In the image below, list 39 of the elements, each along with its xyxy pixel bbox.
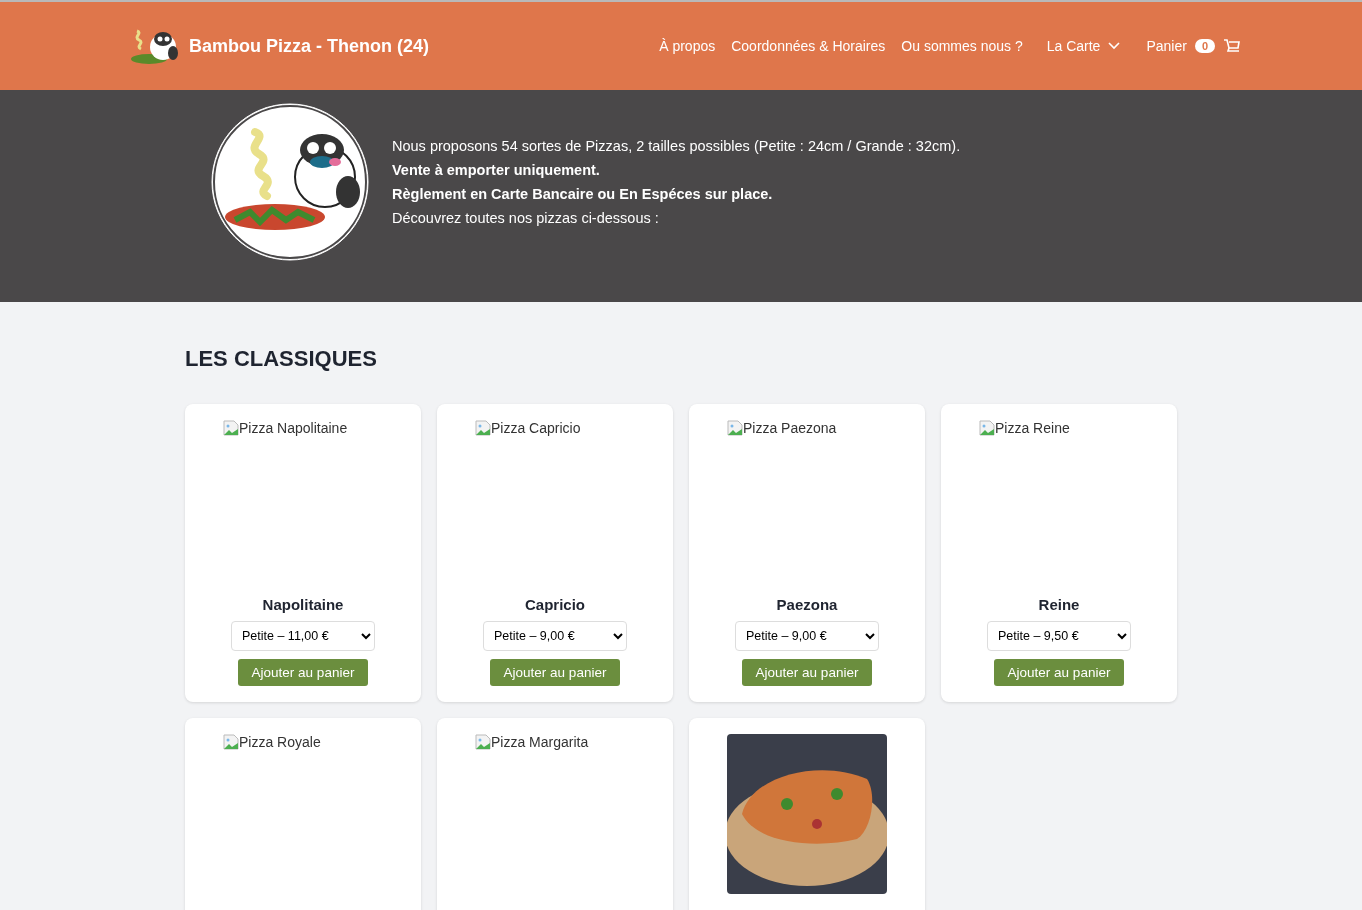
nav-link[interactable]: Ou sommes nous ?	[901, 38, 1023, 54]
cart-count-badge: 0	[1194, 39, 1215, 53]
image-alt-text: Pizza Capricio	[491, 420, 581, 436]
broken-image-icon	[475, 734, 491, 750]
image-alt-text: Pizza Royale	[239, 734, 321, 750]
panda-logo-icon[interactable]	[129, 27, 181, 65]
broken-image-icon	[223, 734, 239, 750]
intro-text: Règlement en Carte Bancaire ou En Espéces sur place.	[392, 185, 774, 204]
nav-link[interactable]: Coordonnées & Horaires	[731, 38, 886, 54]
size-price-select[interactable]: Petite – 9,00 €	[735, 621, 879, 651]
nav-link[interactable]: À propos	[659, 38, 716, 54]
cart-link[interactable]: Panier 0	[1146, 38, 1241, 54]
intro-text: Vente à emporter uniquement.	[392, 161, 601, 180]
image-alt-text: Pizza Reine	[995, 420, 1070, 436]
product-name: Capricio	[525, 596, 585, 613]
product-name: Reine	[1038, 596, 1080, 613]
image-alt-text: Pizza Napolitaine	[239, 420, 348, 436]
nav-dropdown[interactable]: La Carte	[1046, 38, 1121, 54]
add-to-cart-button[interactable]: Ajouter au panier	[489, 659, 621, 686]
intro-text: Découvrez toutes nos pizzas ci-dessous :	[392, 209, 660, 228]
broken-image-icon	[979, 420, 995, 436]
image-alt-text: Pizza Margarita	[491, 734, 589, 750]
add-to-cart-button[interactable]: Ajouter au panier	[741, 659, 873, 686]
image-alt-text: Pizza Paezona	[743, 420, 837, 436]
size-price-select[interactable]: Petite – 11,00 €	[231, 621, 375, 651]
size-price-select[interactable]: Petite – 9,50 €	[987, 621, 1131, 651]
cart-icon	[1223, 38, 1241, 54]
section-heading: LES CLASSIQUES	[185, 346, 378, 372]
product-name: Napolitaine	[262, 596, 344, 613]
intro-text: Nous proposons 54 sortes de Pizzas, 2 tailles possibles (Petite : 24cm / Grande : 32cm).	[392, 137, 961, 156]
product-name: Paezona	[776, 596, 838, 613]
site-title[interactable]: Bambou Pizza - Thenon (24)	[189, 35, 429, 57]
broken-image-icon	[223, 420, 239, 436]
add-to-cart-button[interactable]: Ajouter au panier	[993, 659, 1125, 686]
add-to-cart-button[interactable]: Ajouter au panier	[237, 659, 369, 686]
size-price-select[interactable]: Petite – 9,00 €	[483, 621, 627, 651]
broken-image-icon	[727, 420, 743, 436]
chevron-down-icon	[1108, 42, 1121, 50]
broken-image-icon	[475, 420, 491, 436]
